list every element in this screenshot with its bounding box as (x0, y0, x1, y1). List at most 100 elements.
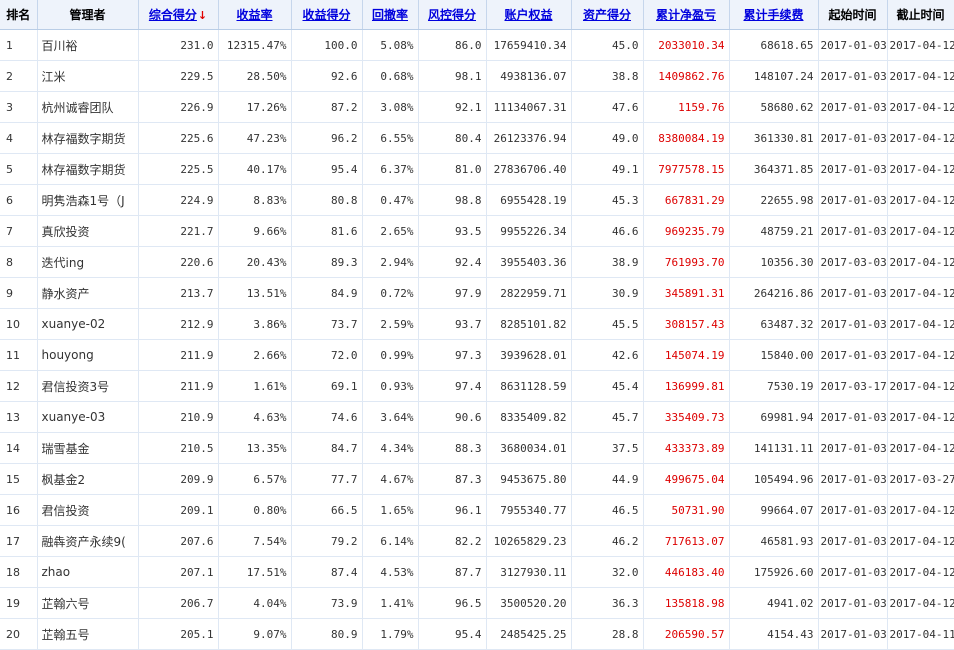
cell-manager: 君信投资 (37, 494, 139, 526)
cell-return-rate: 4.63% (218, 401, 292, 433)
cell-manager: 君信投资3号 (37, 370, 139, 402)
cell-start-date: 2017-01-03 (818, 122, 888, 154)
cell-fees: 264216.86 (729, 277, 819, 309)
cell-asset-score: 32.0 (571, 556, 644, 588)
cell-fees: 364371.85 (729, 153, 819, 185)
sort-drawdown[interactable]: 回撤率 (362, 0, 419, 30)
cell-start-date: 2017-01-03 (818, 91, 888, 123)
cell-risk-score: 87.7 (418, 556, 487, 588)
cell-net-pnl: 345891.31 (643, 277, 730, 309)
table-row: 15 枫基金2 209.9 6.57% 77.7 4.67% 87.3 9453675.80 4… (0, 463, 954, 495)
cell-return-score: 84.9 (291, 277, 363, 309)
cell-fees: 105494.96 (729, 463, 819, 495)
header-rank: 排名 (0, 0, 38, 30)
sort-risk-score[interactable]: 风控得分 (418, 0, 487, 30)
cell-fees: 175926.60 (729, 556, 819, 588)
sort-net-pnl[interactable]: 累计净盈亏 (643, 0, 730, 30)
cell-return-rate: 9.07% (218, 618, 292, 650)
cell-composite-score: 220.6 (138, 246, 219, 278)
cell-composite-score: 210.5 (138, 432, 219, 464)
cell-start-date: 2017-01-03 (818, 339, 888, 371)
cell-drawdown: 0.47% (362, 184, 419, 216)
cell-risk-score: 97.4 (418, 370, 487, 402)
cell-asset-score: 45.4 (571, 370, 644, 402)
cell-drawdown: 0.99% (362, 339, 419, 371)
cell-asset-score: 45.0 (571, 29, 644, 61)
cell-asset-score: 46.2 (571, 525, 644, 557)
cell-return-rate: 13.35% (218, 432, 292, 464)
cell-return-score: 80.9 (291, 618, 363, 650)
sort-return-rate[interactable]: 收益率 (218, 0, 292, 30)
table-row: 19 芷翰六号 206.7 4.04% 73.9 1.41% 96.5 3500520.20 3… (0, 587, 954, 619)
cell-start-date: 2017-01-03 (818, 556, 888, 588)
cell-return-score: 96.2 (291, 122, 363, 154)
cell-return-rate: 7.54% (218, 525, 292, 557)
cell-composite-score: 226.9 (138, 91, 219, 123)
cell-return-score: 66.5 (291, 494, 363, 526)
table-row: 16 君信投资 209.1 0.80% 66.5 1.65% 96.1 7955340.77 4… (0, 494, 954, 526)
cell-net-pnl: 135818.98 (643, 587, 730, 619)
cell-start-date: 2017-01-03 (818, 618, 888, 650)
cell-end-date: 2017-04-12 (887, 91, 954, 123)
table-row: 4 林存福数字期货 225.6 47.23% 96.2 6.55% 80.4 26123376… (0, 122, 954, 154)
cell-start-date: 2017-01-03 (818, 215, 888, 247)
cell-fees: 68618.65 (729, 29, 819, 61)
cell-asset-score: 49.0 (571, 122, 644, 154)
cell-manager: 江米 (37, 60, 139, 92)
cell-risk-score: 90.6 (418, 401, 487, 433)
cell-composite-score: 212.9 (138, 308, 219, 340)
cell-start-date: 2017-01-03 (818, 587, 888, 619)
cell-start-date: 2017-01-03 (818, 525, 888, 557)
cell-net-pnl: 499675.04 (643, 463, 730, 495)
cell-composite-score: 209.9 (138, 463, 219, 495)
cell-end-date: 2017-04-11 (887, 618, 954, 650)
cell-fees: 4941.02 (729, 587, 819, 619)
cell-fees: 361330.81 (729, 122, 819, 154)
cell-fees: 46581.93 (729, 525, 819, 557)
cell-manager: 真欣投资 (37, 215, 139, 247)
cell-net-pnl: 308157.43 (643, 308, 730, 340)
table-row: 3 杭州诚睿团队 226.9 17.26% 87.2 3.08% 92.1 11134067.… (0, 91, 954, 123)
cell-rank: 4 (0, 122, 38, 154)
cell-risk-score: 86.0 (418, 29, 487, 61)
cell-drawdown: 5.08% (362, 29, 419, 61)
cell-drawdown: 1.65% (362, 494, 419, 526)
cell-manager: 迭代ing (37, 246, 139, 278)
cell-equity: 11134067.31 (486, 91, 572, 123)
cell-return-rate: 47.23% (218, 122, 292, 154)
sort-fees[interactable]: 累计手续费 (729, 0, 819, 30)
cell-drawdown: 6.14% (362, 525, 419, 557)
cell-asset-score: 37.5 (571, 432, 644, 464)
cell-drawdown: 4.53% (362, 556, 419, 588)
cell-equity: 26123376.94 (486, 122, 572, 154)
cell-net-pnl: 50731.90 (643, 494, 730, 526)
sort-equity[interactable]: 账户权益 (486, 0, 572, 30)
cell-rank: 15 (0, 463, 38, 495)
cell-return-score: 80.8 (291, 184, 363, 216)
cell-return-score: 81.6 (291, 215, 363, 247)
cell-asset-score: 46.5 (571, 494, 644, 526)
sort-asset-score[interactable]: 资产得分 (571, 0, 644, 30)
cell-net-pnl: 145074.19 (643, 339, 730, 371)
table-row: 13 xuanye-03 210.9 4.63% 74.6 3.64% 90.6 833540… (0, 401, 954, 433)
cell-equity: 3127930.11 (486, 556, 572, 588)
cell-manager: xuanye-02 (37, 308, 139, 340)
cell-equity: 2822959.71 (486, 277, 572, 309)
sort-composite-score[interactable]: 综合得分↓ (138, 0, 219, 30)
cell-fees: 148107.24 (729, 60, 819, 92)
cell-risk-score: 81.0 (418, 153, 487, 185)
cell-return-score: 84.7 (291, 432, 363, 464)
cell-drawdown: 0.68% (362, 60, 419, 92)
cell-equity: 2485425.25 (486, 618, 572, 650)
table-row: 1 百川裕 231.0 12315.47% 100.0 5.08% 86.0 17659410… (0, 29, 954, 61)
cell-equity: 8335409.82 (486, 401, 572, 433)
cell-drawdown: 6.37% (362, 153, 419, 185)
cell-composite-score: 229.5 (138, 60, 219, 92)
table-body: 1 百川裕 231.0 12315.47% 100.0 5.08% 86.0 17659410… (0, 29, 954, 650)
cell-drawdown: 1.79% (362, 618, 419, 650)
cell-end-date: 2017-04-12 (887, 525, 954, 557)
cell-manager: 林存福数字期货 (37, 122, 139, 154)
sort-return-score[interactable]: 收益得分 (291, 0, 363, 30)
cell-net-pnl: 1409862.76 (643, 60, 730, 92)
cell-manager: 杭州诚睿团队 (37, 91, 139, 123)
